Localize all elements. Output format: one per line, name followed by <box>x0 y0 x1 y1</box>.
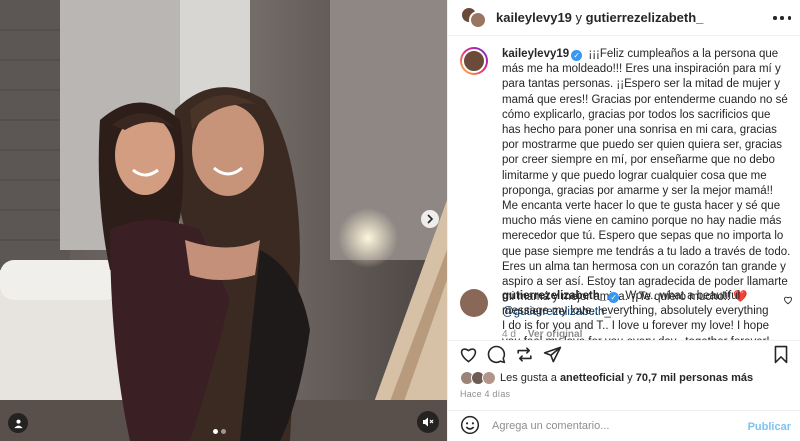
caption-text: ¡¡¡Feliz cumpleaños a la persona que más… <box>502 48 791 304</box>
save-button[interactable] <box>772 345 790 367</box>
mute-icon <box>423 417 434 427</box>
comment-icon <box>487 345 506 364</box>
comment: gutierrezelizabeth_ ✓ Wow.. what a beauti… <box>460 289 772 340</box>
emoji-button[interactable] <box>460 415 480 438</box>
comments-list[interactable]: kaileylevy19 ✓ ¡¡¡Feliz cumpleaños a la p… <box>448 37 800 340</box>
coauthor-avatars[interactable] <box>460 5 487 30</box>
avatar <box>482 371 496 385</box>
more-options-button[interactable] <box>773 10 791 26</box>
heart-icon <box>460 348 477 363</box>
tag-button[interactable] <box>8 413 28 433</box>
share-icon <box>543 346 562 363</box>
author-link[interactable]: kaileylevy19 <box>496 10 572 25</box>
comment-button[interactable] <box>487 345 506 367</box>
avatar[interactable] <box>460 289 488 317</box>
share-button[interactable] <box>543 345 562 367</box>
likes-count-link[interactable]: 70,7 mil personas más <box>636 372 753 384</box>
author-joiner: y <box>571 10 586 25</box>
post-authors: kaileylevy19 y gutierrezelizabeth_ <box>496 10 703 25</box>
avatar[interactable] <box>460 47 488 75</box>
author-link[interactable]: gutierrezelizabeth_ <box>586 10 704 25</box>
carousel-dot <box>213 429 218 434</box>
more-icon <box>773 16 777 20</box>
post-modal: kaileylevy19 y gutierrezelizabeth_ kaile… <box>0 0 800 441</box>
comment-input[interactable] <box>492 420 727 432</box>
post-date[interactable]: Hace 4 días <box>460 389 510 399</box>
likes-joiner: y <box>624 372 636 384</box>
verified-icon: ✓ <box>571 50 583 61</box>
comment-username[interactable]: gutierrezelizabeth_ <box>502 290 606 302</box>
carousel-dot <box>221 429 226 434</box>
post-media[interactable] <box>0 0 447 441</box>
save-icon <box>774 345 788 364</box>
comment-composer: Publicar <box>448 410 800 441</box>
post-sidebar: kaileylevy19 y gutierrezelizabeth_ kaile… <box>447 0 800 441</box>
likes-prefix: Les gusta a <box>500 372 557 384</box>
next-icon <box>427 214 434 224</box>
post-photo <box>0 0 447 441</box>
next-slide-button[interactable] <box>421 210 439 228</box>
repost-button[interactable] <box>515 345 534 367</box>
verified-icon: ✓ <box>608 292 620 303</box>
post-header: kaileylevy19 y gutierrezelizabeth_ <box>448 0 800 36</box>
likes-summary: Les gusta a anetteoficial y 70,7 mil per… <box>460 371 753 385</box>
carousel-dots <box>213 429 226 434</box>
like-button[interactable] <box>459 345 478 367</box>
like-comment-button[interactable] <box>783 293 793 308</box>
heart-icon <box>784 296 792 305</box>
liker-avatars <box>460 371 496 385</box>
post-comment-button[interactable]: Publicar <box>748 421 791 433</box>
action-bar <box>448 340 800 366</box>
tag-icon <box>13 419 23 428</box>
avatar <box>469 10 487 29</box>
repost-icon <box>517 347 532 362</box>
mute-button[interactable] <box>417 411 439 433</box>
liker-link[interactable]: anetteoficial <box>560 372 624 384</box>
emoji-icon <box>460 415 480 434</box>
caption-username[interactable]: kaileylevy19 <box>502 48 569 60</box>
